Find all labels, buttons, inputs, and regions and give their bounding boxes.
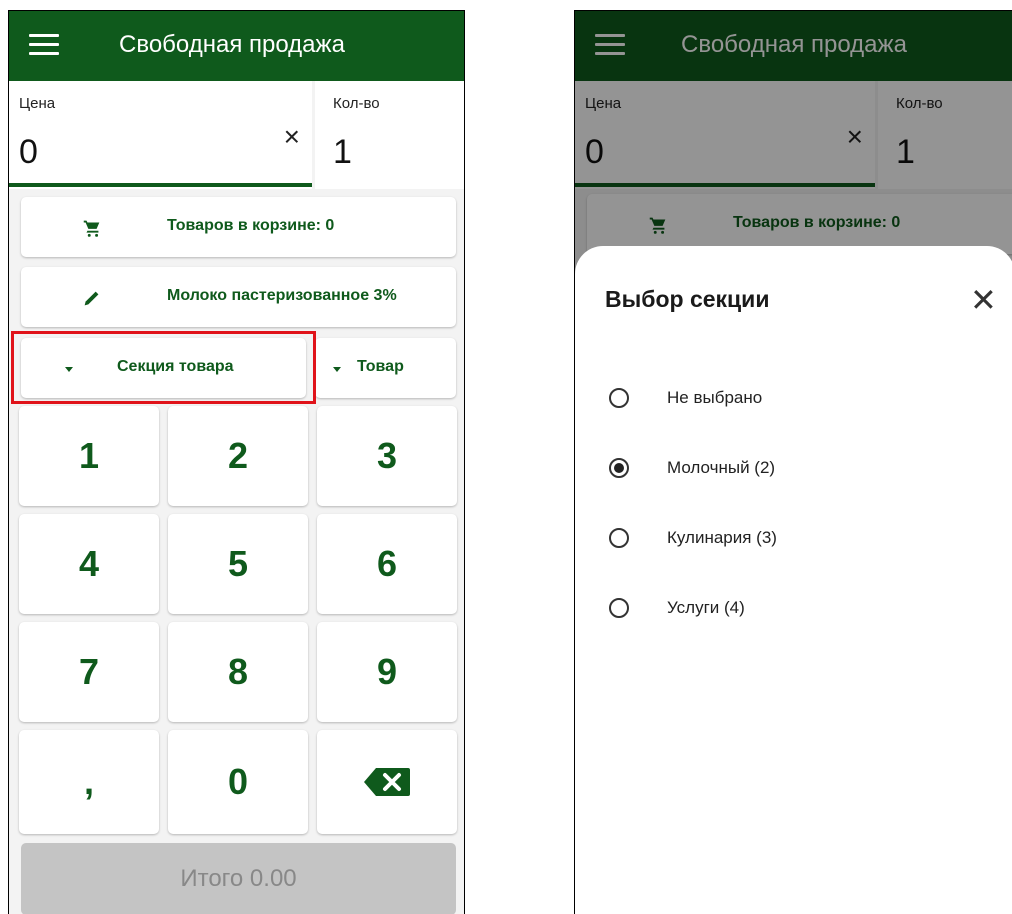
radio-unchecked-icon[interactable] <box>609 528 629 548</box>
app-bar: Свободная продажа <box>9 11 464 81</box>
product-dropdown-label: Товар <box>357 358 404 375</box>
key-1[interactable]: 1 <box>19 406 159 506</box>
cart-button[interactable]: Товаров в корзине: 0 <box>21 197 456 257</box>
option-label: Кулинария (3) <box>667 528 777 547</box>
sheet-title: Выбор секции <box>605 286 770 312</box>
price-label: Цена <box>19 95 56 112</box>
key-8[interactable]: 8 <box>168 622 308 722</box>
radio-unchecked-icon[interactable] <box>609 598 629 618</box>
clear-price-icon[interactable]: × <box>284 123 300 151</box>
radio-checked-icon[interactable] <box>609 458 629 478</box>
cart-button-label: Товаров в корзине: 0 <box>167 217 335 234</box>
price-field[interactable]: Цена 0 × <box>9 81 312 189</box>
key-7[interactable]: 7 <box>19 622 159 722</box>
price-field-underline <box>9 183 312 187</box>
section-option-services[interactable]: Услуги (4) <box>609 590 989 630</box>
free-sale-screen: Свободная продажа Цена 0 × Кол-во 1 Това… <box>8 10 465 914</box>
backspace-key[interactable] <box>317 730 457 834</box>
hamburger-menu-icon[interactable] <box>29 34 59 56</box>
section-select-screen: Свободная продажа Цена 0 × Кол-во 1 Това… <box>574 10 1012 914</box>
product-name-button[interactable]: Молоко пастеризованное 3% <box>21 267 456 327</box>
option-label: Молочный (2) <box>667 458 776 477</box>
cart-icon <box>83 220 100 237</box>
section-option-culinary[interactable]: Кулинария (3) <box>609 520 989 560</box>
radio-unchecked-icon[interactable] <box>609 388 629 408</box>
option-label: Услуги (4) <box>667 598 745 617</box>
product-name-label: Молоко пастеризованное 3% <box>167 287 397 304</box>
key-2[interactable]: 2 <box>168 406 308 506</box>
close-icon[interactable]: ✕ <box>970 284 997 316</box>
quantity-field[interactable]: Кол-во 1 <box>315 81 464 189</box>
quantity-value[interactable]: 1 <box>333 133 352 172</box>
pencil-icon <box>84 291 99 306</box>
page-title: Свободная продажа <box>119 31 345 58</box>
total-button[interactable]: Итого 0.00 <box>21 843 456 914</box>
dropdown-arrow-icon <box>333 367 341 372</box>
section-select-sheet: Выбор секции ✕ Не выбрано Молочный (2) К… <box>575 246 1012 914</box>
option-label: Не выбрано <box>667 388 763 407</box>
key-comma[interactable]: , <box>19 730 159 834</box>
key-4[interactable]: 4 <box>19 514 159 614</box>
key-6[interactable]: 6 <box>317 514 457 614</box>
price-value[interactable]: 0 <box>19 133 38 172</box>
highlight-box <box>11 331 316 404</box>
product-dropdown[interactable]: Товар <box>315 338 456 398</box>
backspace-icon <box>364 768 410 796</box>
quantity-label: Кол-во <box>333 95 380 112</box>
key-5[interactable]: 5 <box>168 514 308 614</box>
section-option-none[interactable]: Не выбрано <box>609 380 989 420</box>
section-option-dairy[interactable]: Молочный (2) <box>609 450 989 490</box>
key-9[interactable]: 9 <box>317 622 457 722</box>
key-3[interactable]: 3 <box>317 406 457 506</box>
key-0[interactable]: 0 <box>168 730 308 834</box>
